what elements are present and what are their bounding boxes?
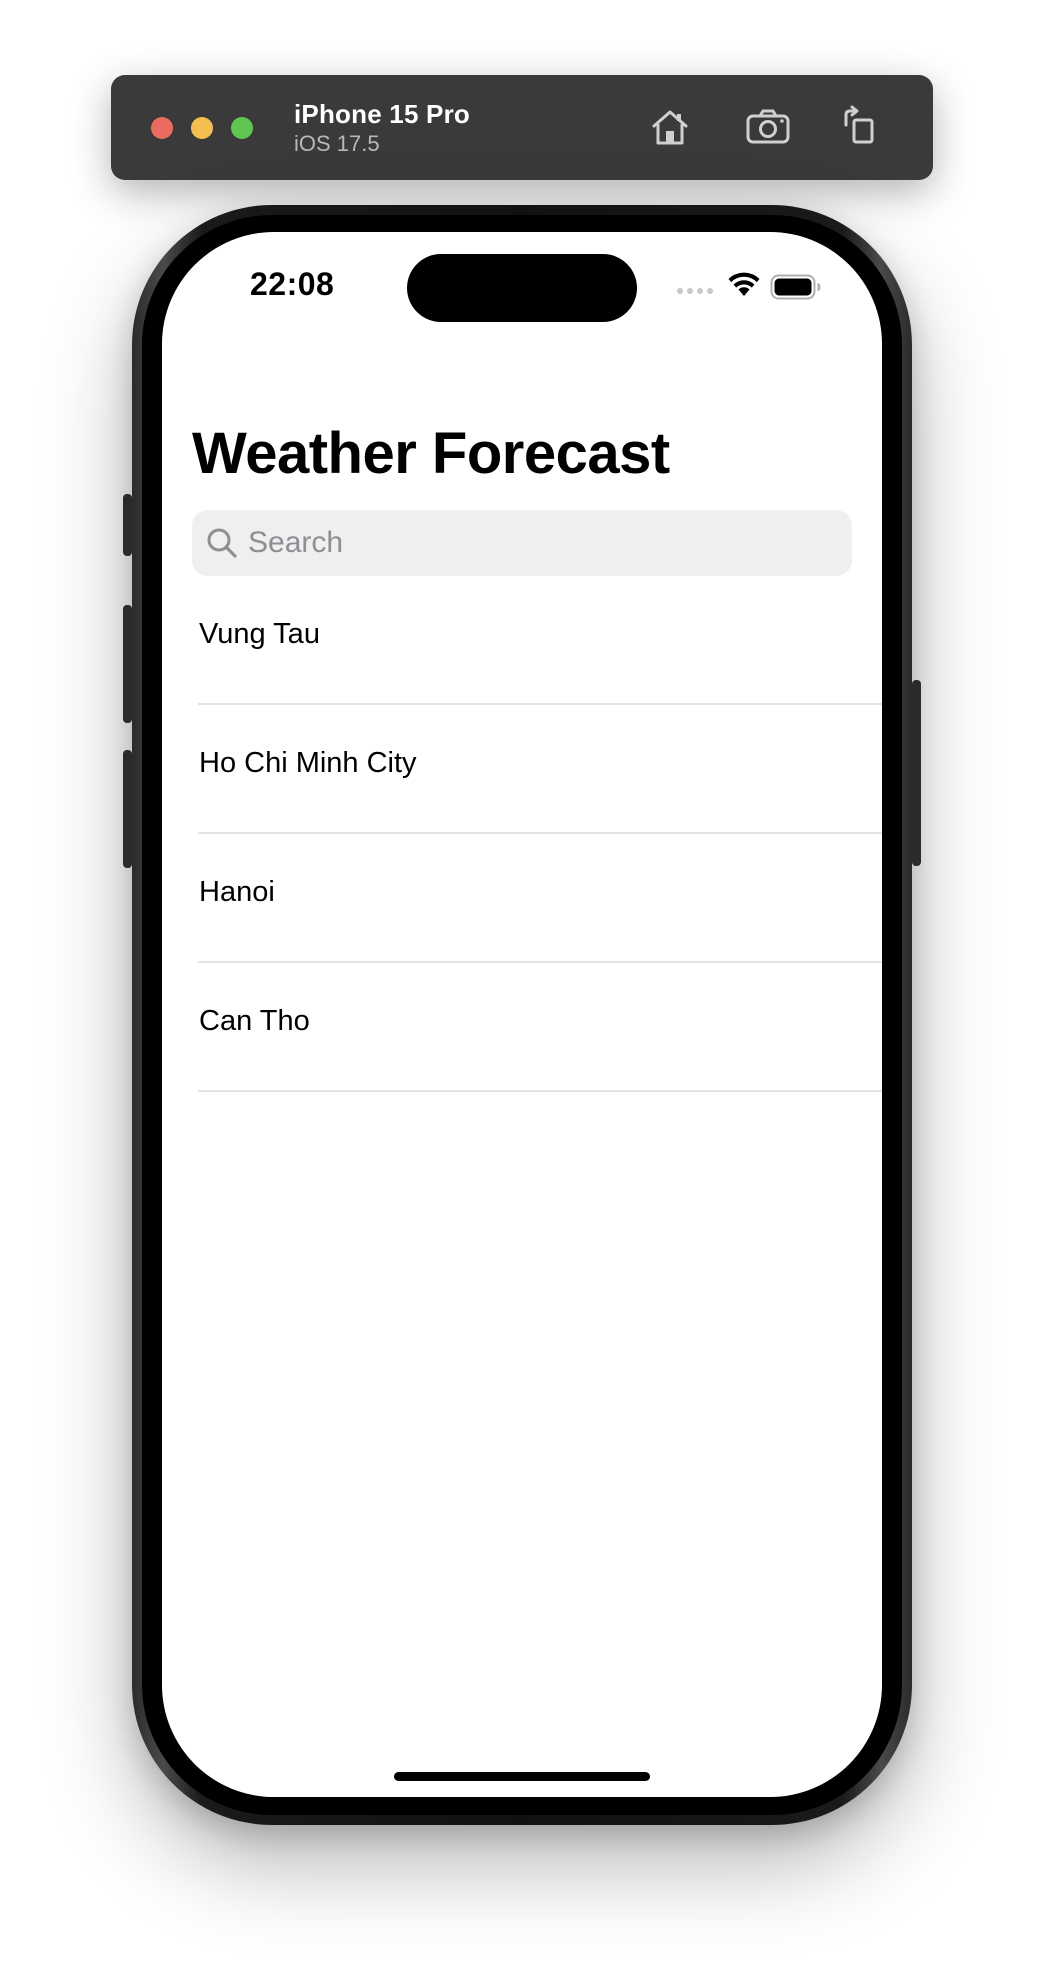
home-indicator[interactable] xyxy=(394,1772,650,1781)
phone-screen: 22:08 Weather Forecast Vung Tau xyxy=(162,232,882,1797)
city-name: Hanoi xyxy=(199,876,275,908)
os-version: iOS 17.5 xyxy=(294,131,380,156)
action-button[interactable] xyxy=(123,494,132,556)
screenshot-button[interactable] xyxy=(744,103,792,151)
city-list: Vung Tau Ho Chi Minh City Hanoi Can Tho xyxy=(162,576,882,1092)
cellular-signal-icon xyxy=(677,288,713,294)
city-name: Can Tho xyxy=(199,1005,310,1037)
close-window-button[interactable] xyxy=(151,117,173,139)
minimize-window-button[interactable] xyxy=(191,117,213,139)
device-name: iPhone 15 Pro xyxy=(294,99,470,129)
stage: iPhone 15 Pro iOS 17.5 22:08 Weather For… xyxy=(0,0,1044,1976)
search-bar[interactable] xyxy=(192,510,852,576)
city-row-vung-tau[interactable]: Vung Tau xyxy=(162,576,882,705)
dynamic-island xyxy=(407,254,637,322)
power-button[interactable] xyxy=(912,680,921,866)
home-button[interactable] xyxy=(646,103,694,151)
volume-up-button[interactable] xyxy=(123,605,132,723)
city-row-ho-chi-minh-city[interactable]: Ho Chi Minh City xyxy=(162,705,882,834)
search-input[interactable] xyxy=(248,510,838,576)
rotate-button[interactable] xyxy=(836,103,884,151)
zoom-window-button[interactable] xyxy=(231,117,253,139)
home-icon xyxy=(652,110,688,145)
simulator-titlebar: iPhone 15 Pro iOS 17.5 xyxy=(111,75,933,180)
page-title: Weather Forecast xyxy=(192,421,670,486)
wifi-icon xyxy=(728,272,760,296)
battery-icon xyxy=(770,274,821,300)
rotate-icon xyxy=(844,105,874,144)
search-icon xyxy=(207,528,237,558)
row-divider xyxy=(198,1090,882,1092)
status-time: 22:08 xyxy=(250,266,335,302)
camera-icon xyxy=(746,109,790,144)
volume-down-button[interactable] xyxy=(123,750,132,868)
city-name: Ho Chi Minh City xyxy=(199,747,417,779)
city-row-hanoi[interactable]: Hanoi xyxy=(162,834,882,963)
city-name: Vung Tau xyxy=(199,618,320,650)
city-row-can-tho[interactable]: Can Tho xyxy=(162,963,882,1092)
